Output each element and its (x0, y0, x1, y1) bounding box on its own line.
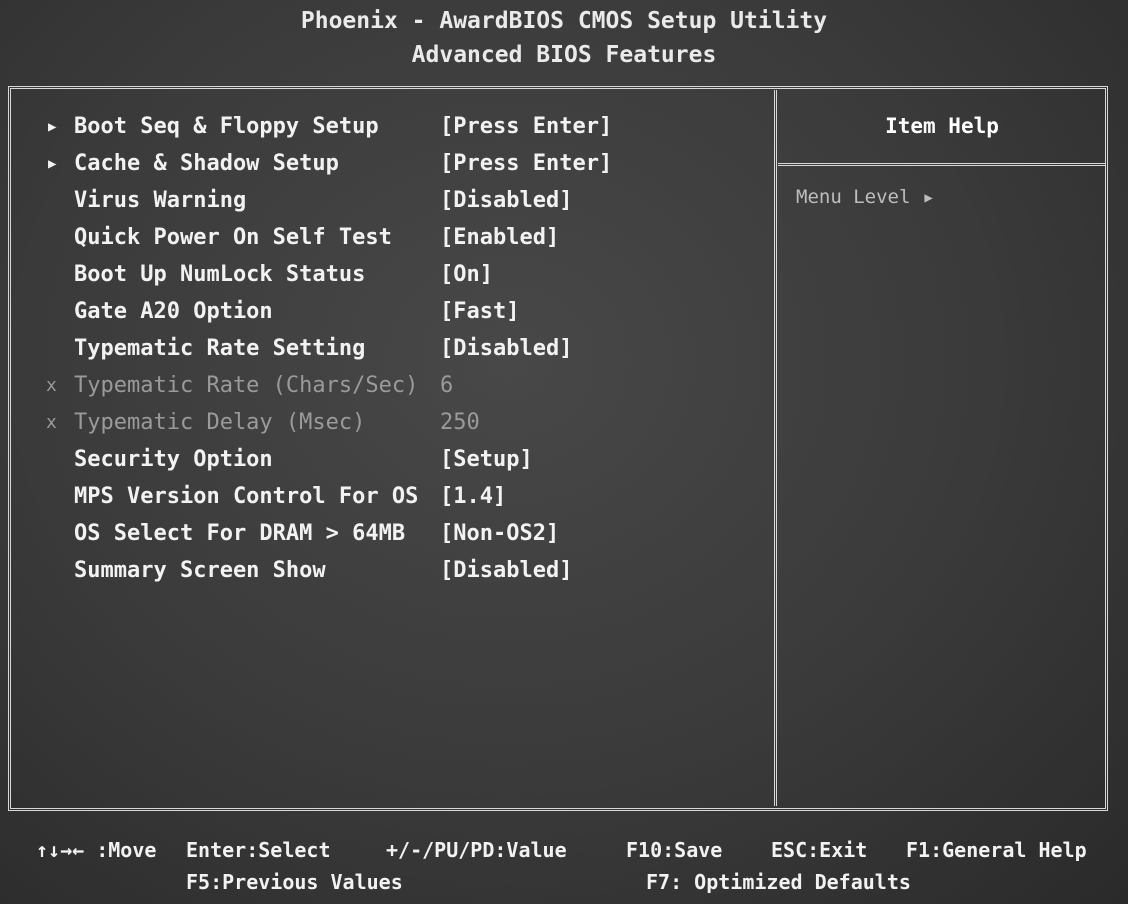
setting-label: Boot Seq & Floppy Setup (74, 114, 379, 139)
menu-level-label: Menu Level (796, 186, 911, 208)
setting-value[interactable]: [Press Enter] (440, 147, 612, 181)
utility-title: Phoenix - AwardBIOS CMOS Setup Utility (300, 8, 828, 34)
footer-select: Enter:Select (186, 838, 331, 862)
disabled-mark-icon: x (46, 412, 57, 433)
footer-exit: ESC:Exit (771, 838, 868, 862)
setting-label: Boot Up NumLock Status (74, 262, 366, 287)
footer-previous-values: F5:Previous Values (186, 870, 403, 894)
setting-label: Quick Power On Self Test (74, 225, 392, 250)
submenu-arrow-icon: ▶ (48, 119, 57, 135)
setting-row[interactable]: ▶ Boot Seq & Floppy Setup [Press Enter] (48, 110, 768, 144)
setting-label: MPS Version Control For OS (74, 484, 419, 509)
setting-value[interactable]: [Disabled] (440, 184, 572, 218)
setting-value[interactable]: [On] (440, 258, 493, 292)
setting-label: Typematic Delay (Msec) (74, 410, 366, 435)
menu-level: Menu Level ▶ (796, 186, 933, 208)
footer-value: +/-/PU/PD:Value (386, 838, 567, 862)
setting-value[interactable]: [Disabled] (440, 554, 572, 588)
setting-label: Virus Warning (74, 188, 247, 213)
footer-optimized-defaults: F7: Optimized Defaults (646, 870, 911, 894)
setting-row[interactable]: Boot Up NumLock Status [On] (48, 258, 768, 292)
setting-row[interactable]: OS Select For DRAM > 64MB [Non-OS2] (48, 517, 768, 551)
submenu-arrow-icon: ▶ (48, 156, 57, 172)
setting-row[interactable]: MPS Version Control For OS [1.4] (48, 480, 768, 514)
setting-value[interactable]: [Fast] (440, 295, 519, 329)
setting-row[interactable]: Quick Power On Self Test [Enabled] (48, 221, 768, 255)
setting-row: x Typematic Rate (Chars/Sec) 6 (46, 369, 768, 403)
item-help-header: Item Help (778, 96, 1106, 166)
panel-divider (774, 90, 777, 806)
setting-value[interactable]: [Disabled] (440, 332, 572, 366)
setting-label: Security Option (74, 447, 273, 472)
setting-label: OS Select For DRAM > 64MB (74, 521, 406, 546)
setting-row[interactable]: Summary Screen Show [Disabled] (48, 554, 768, 588)
setting-value: 6 (440, 373, 454, 398)
setting-row[interactable]: Gate A20 Option [Fast] (48, 295, 768, 329)
setting-row[interactable]: Security Option [Setup] (48, 443, 768, 477)
setting-row[interactable]: Typematic Rate Setting [Disabled] (48, 332, 768, 366)
page-title: Advanced BIOS Features (411, 42, 717, 68)
bios-screen: Phoenix - AwardBIOS CMOS Setup Utility A… (0, 0, 1128, 904)
setting-label: Gate A20 Option (74, 299, 273, 324)
setting-value[interactable]: [1.4] (440, 480, 506, 514)
footer-save: F10:Save (626, 838, 723, 862)
setting-row[interactable]: ▶ Cache & Shadow Setup [Press Enter] (48, 147, 768, 181)
setting-label: Typematic Rate Setting (74, 336, 366, 361)
setting-label: Cache & Shadow Setup (74, 151, 339, 176)
setting-value[interactable]: [Setup] (440, 443, 533, 477)
setting-row: x Typematic Delay (Msec) 250 (46, 406, 768, 440)
setting-value[interactable]: [Non-OS2] (440, 517, 559, 551)
setting-value[interactable]: [Enabled] (440, 221, 559, 255)
setting-label: Typematic Rate (Chars/Sec) (74, 373, 419, 398)
item-help-title: Item Help (885, 114, 999, 138)
bios-header: Phoenix - AwardBIOS CMOS Setup Utility A… (0, 0, 1128, 86)
disabled-mark-icon: x (46, 375, 57, 396)
setting-row[interactable]: Virus Warning [Disabled] (48, 184, 768, 218)
footer-move: ↑↓→← :Move (36, 838, 157, 862)
footer-general-help: F1:General Help (906, 838, 1087, 862)
setting-value: 250 (440, 410, 480, 435)
menu-level-arrow-icon: ▶ (924, 190, 933, 206)
setting-label: Summary Screen Show (74, 558, 326, 583)
setting-value[interactable]: [Press Enter] (440, 110, 612, 144)
